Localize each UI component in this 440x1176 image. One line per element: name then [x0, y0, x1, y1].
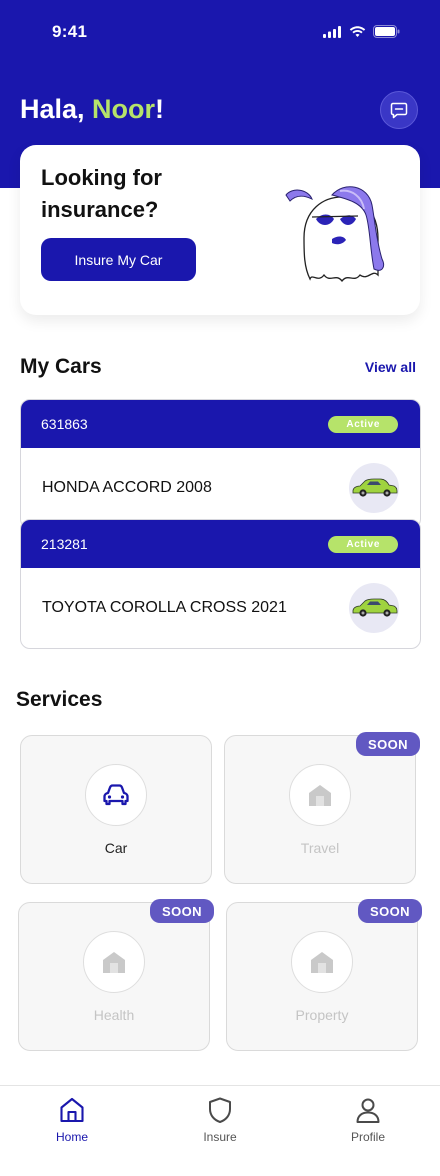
greeting-suffix: !	[155, 94, 165, 124]
service-icon-circle	[83, 931, 145, 993]
ghost-mascot-illustration	[285, 186, 385, 283]
service-label: Property	[295, 1007, 349, 1023]
car-name: TOYOTA COROLLA CROSS 2021	[42, 599, 287, 616]
status-bar: 9:41	[0, 0, 440, 64]
car-card-body: TOYOTA COROLLA CROSS 2021	[21, 568, 420, 648]
car-thumbnail	[349, 463, 399, 513]
nav-label: Home	[55, 1130, 88, 1144]
battery-icon	[373, 25, 400, 38]
greeting-prefix: Hala,	[20, 94, 93, 124]
chat-button[interactable]	[380, 91, 418, 129]
nav-label: Profile	[350, 1130, 385, 1144]
car-plate: 213281	[41, 536, 88, 552]
car-illustration-icon	[352, 598, 398, 617]
promo-card: Looking for insurance? Insure My Car	[20, 145, 420, 315]
service-label: Travel	[300, 840, 340, 856]
home-icon	[60, 1097, 84, 1123]
house-icon	[309, 785, 331, 806]
car-status-badge: Active	[328, 415, 398, 433]
house-icon	[311, 952, 333, 973]
car-status-badge: Active	[328, 535, 398, 553]
car-card-body: HONDA ACCORD 2008	[21, 448, 420, 528]
nav-item-home[interactable]: Home	[22, 1096, 122, 1144]
nav-label: Insure	[203, 1130, 237, 1144]
car-thumbnail	[349, 583, 399, 633]
soon-badge: SOON	[358, 899, 422, 923]
wifi-icon	[349, 25, 366, 37]
house-icon	[103, 952, 125, 973]
promo-title: Looking for insurance?	[41, 165, 162, 222]
service-icon-circle	[289, 764, 351, 826]
signal-icon	[323, 25, 341, 38]
car-plate: 631863	[41, 416, 88, 432]
service-label: Car	[104, 840, 128, 856]
service-label: Health	[93, 1007, 135, 1023]
service-tile-property[interactable]: Property	[226, 902, 418, 1051]
services-title: Services	[16, 688, 103, 711]
insure-my-car-button[interactable]: Insure My Car	[41, 238, 196, 281]
user-name: Noor	[92, 94, 156, 124]
my-cars-title: My Cars	[20, 355, 102, 378]
service-tile-travel[interactable]: Travel	[224, 735, 416, 884]
view-all-link[interactable]: View all	[365, 359, 416, 375]
user-icon	[356, 1098, 380, 1123]
shield-icon	[209, 1097, 231, 1123]
service-tile-health[interactable]: Health	[18, 902, 210, 1051]
service-icon-circle	[291, 931, 353, 993]
greeting: Hala, Noor!	[20, 94, 164, 125]
nav-item-insure[interactable]: Insure	[170, 1096, 270, 1144]
chat-icon	[390, 102, 408, 119]
bottom-nav: Home Insure Profile	[0, 1085, 440, 1176]
car-illustration-icon	[352, 478, 398, 497]
soon-badge: SOON	[356, 732, 420, 756]
nav-item-profile[interactable]: Profile	[318, 1096, 418, 1144]
status-icons	[323, 25, 400, 38]
car-card[interactable]: 631863 Active HONDA ACCORD 2008	[20, 399, 421, 529]
car-card[interactable]: 213281 Active TOYOTA COROLLA CROSS 2021	[20, 519, 421, 649]
car-card-header: 213281 Active	[21, 520, 420, 568]
soon-badge: SOON	[150, 899, 214, 923]
car-icon	[103, 784, 129, 806]
service-icon-circle	[85, 764, 147, 826]
status-time: 9:41	[52, 22, 88, 41]
car-card-header: 631863 Active	[21, 400, 420, 448]
service-tile-car[interactable]: Car	[20, 735, 212, 884]
car-name: HONDA ACCORD 2008	[42, 479, 212, 496]
